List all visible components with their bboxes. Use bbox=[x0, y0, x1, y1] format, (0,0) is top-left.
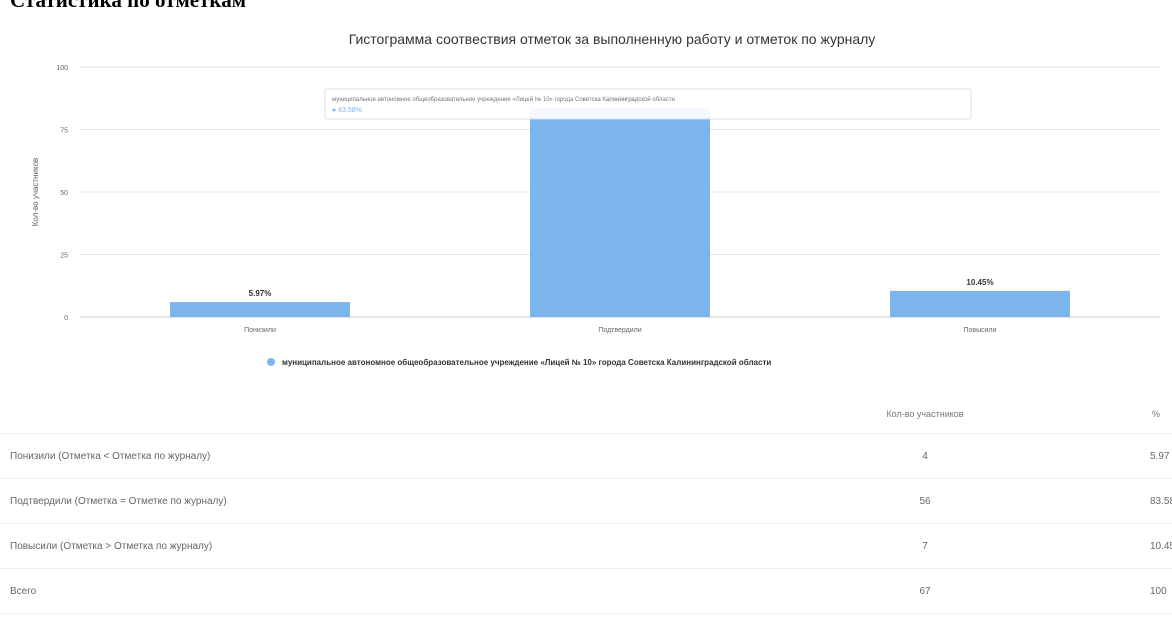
table-row: Подтвердили (Отметка = Отметке по журнал… bbox=[0, 478, 1172, 524]
tooltip-series-name: муниципальное автономное общеобразовател… bbox=[332, 96, 675, 103]
bar[interactable] bbox=[890, 290, 1070, 317]
y-tick-label: 0 bbox=[64, 315, 68, 322]
row-percent: 5.97 bbox=[1150, 433, 1172, 479]
table-header-label bbox=[0, 395, 700, 434]
bar[interactable] bbox=[530, 108, 710, 317]
table-row: Повысили (Отметка > Отметка по журналу) … bbox=[0, 523, 1172, 569]
y-axis-label: Кол-во участников bbox=[31, 158, 40, 227]
table-row-total: Всего 67 100 bbox=[0, 568, 1172, 614]
row-label: Понизили (Отметка < Отметка по журналу) bbox=[0, 433, 700, 479]
y-tick-label: 100 bbox=[56, 65, 68, 72]
table-row: Понизили (Отметка < Отметка по журналу) … bbox=[0, 433, 1172, 479]
row-label: Повысили (Отметка > Отметка по журналу) bbox=[0, 523, 700, 569]
row-label: Всего bbox=[0, 568, 700, 614]
row-label: Подтвердили (Отметка = Отметке по журнал… bbox=[0, 478, 700, 524]
data-label: 5.97% bbox=[249, 289, 272, 298]
data-label: 10.45% bbox=[966, 278, 993, 287]
row-count: 67 bbox=[700, 568, 1150, 614]
y-tick-label: 50 bbox=[60, 190, 68, 197]
table-header-row: Кол-во участников % bbox=[0, 395, 1172, 434]
y-tick-label: 75 bbox=[60, 128, 68, 135]
legend-label: муниципальное автономное общеобразовател… bbox=[282, 358, 771, 367]
row-percent: 100 bbox=[1150, 568, 1172, 614]
table-header-count: Кол-во участников bbox=[700, 395, 1150, 434]
table-header-percent: % bbox=[1150, 395, 1172, 434]
tooltip: муниципальное автономное общеобразовател… bbox=[324, 88, 972, 120]
y-tick-label: 25 bbox=[60, 253, 68, 260]
row-count: 56 bbox=[700, 478, 1150, 524]
chart-title: Гистограмма соотвествия отметок за выпол… bbox=[349, 31, 876, 47]
histogram-chart: Гистограмма соотвествия отметок за выпол… bbox=[31, 31, 1160, 367]
bar[interactable] bbox=[170, 302, 350, 317]
stats-table: Кол-во участников % Понизили (Отметка < … bbox=[0, 395, 1172, 614]
row-count: 7 bbox=[700, 523, 1150, 569]
x-category-label: Подтвердили bbox=[598, 327, 641, 334]
tooltip-value: ● 83.58% bbox=[332, 107, 362, 114]
row-percent: 10.45 bbox=[1150, 523, 1172, 569]
x-category-label: Повысили bbox=[963, 327, 996, 334]
x-category-label: Понизили bbox=[244, 327, 276, 334]
legend[interactable]: муниципальное автономное общеобразовател… bbox=[267, 358, 771, 367]
legend-marker bbox=[267, 358, 275, 366]
row-percent: 83.58 bbox=[1150, 478, 1172, 524]
row-count: 4 bbox=[700, 433, 1150, 479]
